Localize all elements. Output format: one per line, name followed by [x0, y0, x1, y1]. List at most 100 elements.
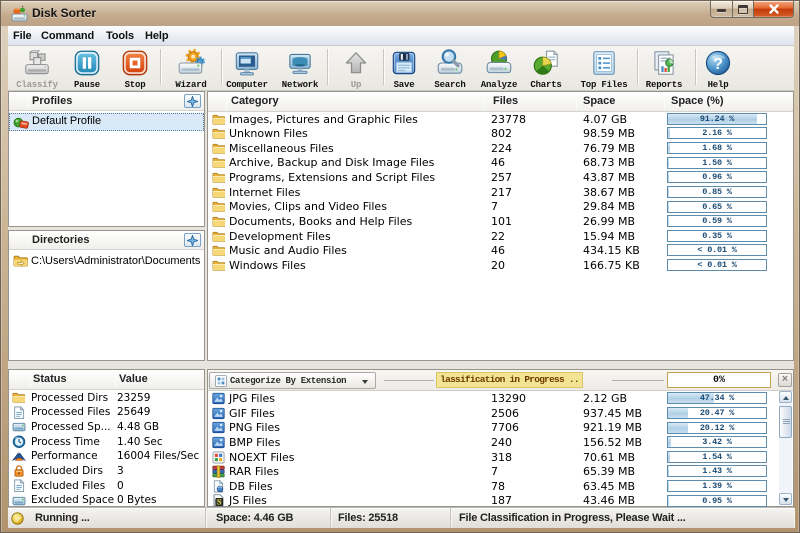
category-row[interactable]: Development Files 22 15.94 MB 0.35 %	[208, 229, 793, 244]
category-row[interactable]: Music and Audio Files 46 434.15 KB < 0.0…	[208, 243, 793, 258]
toolbar-button[interactable]: Search	[428, 46, 472, 90]
status-row[interactable]: Processed Sp... 4.48 GB	[9, 420, 204, 435]
category-files: 224	[491, 142, 512, 155]
space-percent-bar: 0.35 %	[667, 230, 767, 242]
header-separator	[27, 94, 28, 108]
toolbar-button[interactable]: Computer	[223, 46, 271, 90]
close-icon	[768, 3, 780, 15]
directory-list-item[interactable]: C:\Users\Administrator\Documents	[9, 252, 204, 271]
extension-files: 187	[491, 494, 512, 507]
categorize-dropdown[interactable]: Categorize By Extension	[209, 372, 376, 389]
category-row[interactable]: Unknown Files 802 98.59 MB 2.16 %	[208, 126, 793, 141]
extension-row[interactable]: RAR Files 7 65.39 MB 1.43 %	[208, 464, 778, 479]
toolbar-button[interactable]	[695, 49, 697, 85]
status-row[interactable]: Processed Dirs 23259	[9, 391, 204, 406]
close-button[interactable]	[754, 1, 794, 18]
category-files: 7	[491, 200, 498, 213]
profiles-title: Profiles	[32, 95, 72, 107]
extension-files: 7706	[491, 421, 519, 434]
star-icon	[187, 235, 198, 246]
extension-row[interactable]: PNG Files 7706 921.19 MB 20.12 %	[208, 420, 778, 435]
status-row[interactable]: Excluded Space 0 Bytes	[9, 493, 204, 508]
status-label: Excluded Files	[31, 480, 105, 492]
extension-row[interactable]: JPG Files 13290 2.12 GB 47.34 %	[208, 391, 778, 406]
extension-name: NOEXT Files	[229, 451, 295, 464]
status-row[interactable]: Processed Files 25649	[9, 405, 204, 420]
extension-name: JS Files	[229, 494, 267, 507]
scroll-up-button[interactable]	[779, 391, 792, 403]
menu-bar: File Command Tools Help	[8, 26, 794, 46]
status-row[interactable]: Excluded Dirs 3	[9, 464, 204, 479]
extension-row[interactable]: GIF Files 2506 937.45 MB 20.47 %	[208, 406, 778, 421]
toolbar-button[interactable]	[637, 49, 639, 85]
scrollbar-thumb[interactable]	[779, 406, 792, 438]
statusbar-running-section: Running ...	[8, 508, 206, 528]
toolbar-button[interactable]: Pause	[65, 46, 109, 90]
vertical-scrollbar[interactable]	[779, 391, 792, 505]
maximize-button[interactable]	[733, 1, 754, 18]
folder-icon	[212, 186, 225, 199]
extension-files: 240	[491, 436, 512, 449]
column-header-space-pct[interactable]: Space (%)	[671, 95, 724, 107]
title-bar[interactable]: Disk Sorter	[1, 1, 799, 26]
toolbar-button[interactable]: ? Help	[698, 46, 738, 90]
categorize-grid-icon	[215, 375, 227, 387]
status-row[interactable]: Process Time 1.40 Sec	[9, 435, 204, 450]
space-percent-bar: 3.42 %	[667, 436, 767, 448]
menu-item[interactable]: Help	[145, 30, 168, 42]
category-row[interactable]: Windows Files 20 166.75 KB < 0.01 %	[208, 258, 793, 273]
category-space: 434.15 KB	[583, 244, 640, 257]
extension-row[interactable]: BMP Files 240 156.52 MB 3.42 %	[208, 435, 778, 450]
column-header-category[interactable]: Category	[231, 95, 279, 107]
status-value: 25649	[117, 406, 150, 418]
space-percent-label: 91.24 %	[668, 114, 766, 125]
folder-icon	[212, 142, 225, 155]
scroll-down-button[interactable]	[779, 493, 792, 505]
toolbar-button[interactable]: Save	[384, 46, 424, 90]
profile-list-item[interactable]: Default Profile	[9, 113, 204, 131]
thumb-grip	[783, 419, 790, 420]
toolbar-button[interactable]	[160, 49, 162, 85]
category-row[interactable]: Miscellaneous Files 224 76.79 MB 1.68 %	[208, 141, 793, 156]
status-value: 16004 Files/Sec	[117, 450, 199, 462]
menu-item[interactable]: Command	[41, 30, 94, 42]
add-directory-button[interactable]	[184, 233, 201, 247]
add-profile-button[interactable]	[184, 94, 201, 108]
img-icon	[212, 392, 225, 405]
category-row[interactable]: Internet Files 217 38.67 MB 0.85 %	[208, 185, 793, 200]
category-files: 802	[491, 127, 512, 140]
column-header-files[interactable]: Files	[493, 95, 518, 107]
extension-row[interactable]: DB Files 78 63.45 MB 1.39 %	[208, 479, 778, 494]
close-bottom-panel-button[interactable]: ×	[778, 373, 792, 387]
menu-item[interactable]: Tools	[106, 30, 134, 42]
toolbar-button[interactable]	[327, 49, 329, 85]
category-files: 46	[491, 244, 505, 257]
menu-item[interactable]: File	[13, 30, 32, 42]
category-name: Windows Files	[229, 259, 306, 272]
category-row[interactable]: Programs, Extensions and Script Files 25…	[208, 170, 793, 185]
category-row[interactable]: Archive, Backup and Disk Image Files 46 …	[208, 155, 793, 170]
category-name: Unknown Files	[229, 127, 308, 140]
category-row[interactable]: Documents, Books and Help Files 101 26.9…	[208, 214, 793, 229]
column-header-status[interactable]: Status	[33, 373, 67, 385]
column-header-space[interactable]: Space	[583, 95, 615, 107]
toolbar-button[interactable]: Charts	[524, 46, 568, 90]
category-space: 68.73 MB	[583, 156, 635, 169]
client-area: FileCommandToolsHelp Classify Pause Stop	[8, 26, 794, 528]
toolbar-button-label: Classify	[16, 80, 58, 90]
column-header-value[interactable]: Value	[119, 373, 148, 385]
space-percent-bar: 1.39 %	[667, 480, 767, 492]
extension-row[interactable]: NOEXT Files 318 70.61 MB 1.54 %	[208, 450, 778, 465]
category-row[interactable]: Images, Pictures and Graphic Files 23778…	[208, 112, 793, 127]
extension-space: 156.52 MB	[583, 436, 642, 449]
status-row[interactable]: Performance 16004 Files/Sec	[9, 449, 204, 464]
category-name: Development Files	[229, 230, 331, 243]
minimize-button[interactable]	[710, 1, 733, 18]
status-row[interactable]: Excluded Files 0	[9, 479, 204, 494]
folder-icon	[212, 259, 225, 272]
toolbar-button[interactable]: Analyze	[477, 46, 521, 90]
profiles-header: Profiles	[9, 92, 204, 111]
category-row[interactable]: Movies, Clips and Video Files 7 29.84 MB…	[208, 199, 793, 214]
extension-row[interactable]: S JS Files 187 43.46 MB 0.95 %	[208, 493, 778, 508]
toolbar-button[interactable]: Classify	[13, 46, 61, 90]
